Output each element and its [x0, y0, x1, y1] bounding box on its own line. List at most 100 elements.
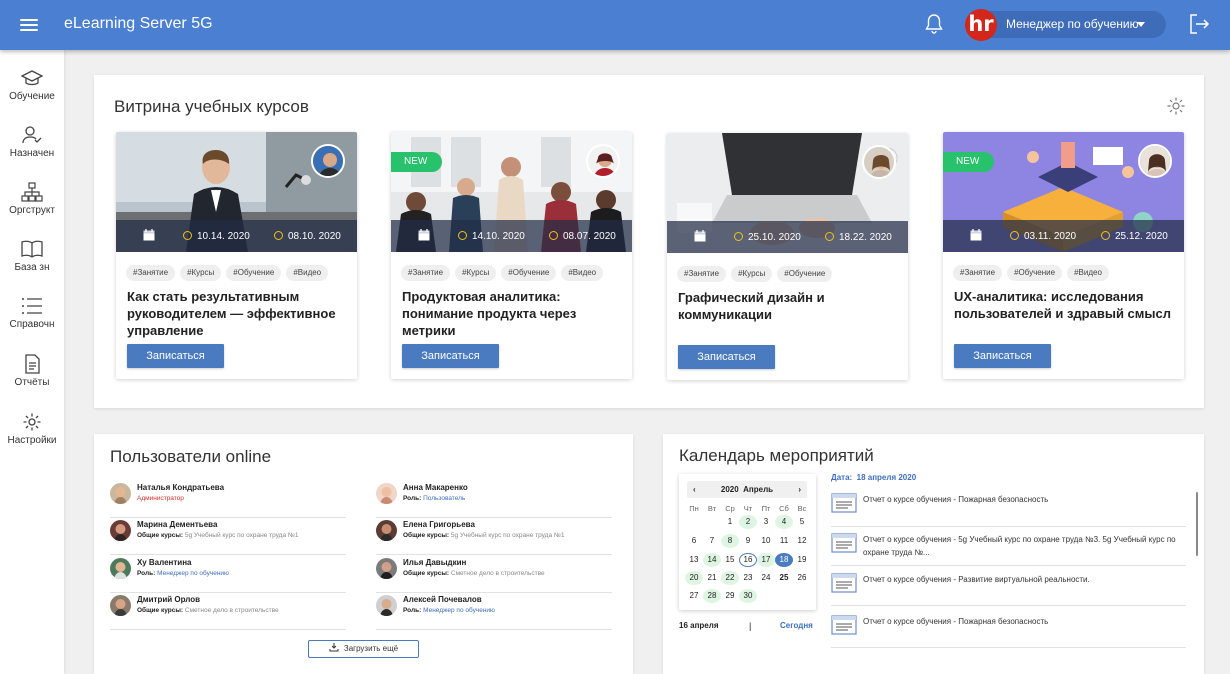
tag[interactable]: #Занятие [677, 266, 727, 282]
sidebar-item-label: Обучение [9, 91, 55, 102]
user-row[interactable]: Марина Дементьева Общие курсы: 5g Учебны… [110, 518, 346, 555]
tag[interactable]: #Занятие [953, 265, 1003, 281]
logout-icon[interactable] [1188, 13, 1210, 35]
course-card[interactable]: NEW 14.10. 2020 08.07. 2020 #Занятие #Кур… [391, 132, 632, 379]
enroll-button[interactable]: Записаться [402, 344, 499, 368]
sidebar-item-knowledge-base[interactable]: База зн [0, 239, 64, 289]
calendar-day[interactable]: 13 [685, 553, 703, 567]
enroll-button[interactable]: Записаться [678, 345, 775, 369]
user-name: Менеджер по обучению [1006, 17, 1139, 31]
clock-icon [458, 231, 467, 240]
calendar-day[interactable]: 21 [703, 571, 721, 585]
course-title[interactable]: Графический дизайн и коммуникации [678, 289, 903, 323]
calendar-day[interactable]: 4 [775, 515, 793, 529]
calendar-day[interactable]: 2 [739, 515, 757, 529]
enroll-button[interactable]: Записаться [127, 344, 224, 368]
sidebar-item-learning[interactable]: Обучение [0, 68, 64, 118]
tag[interactable]: #Обучение [777, 266, 833, 282]
bell-icon[interactable] [924, 13, 944, 35]
calendar-day[interactable]: 9 [739, 534, 757, 548]
course-title[interactable]: Продуктовая аналитика: понимание продукт… [402, 288, 627, 339]
user-row[interactable]: Дмитрий Орлов Общие курсы: Сметное дело … [110, 593, 346, 630]
report-icon [831, 533, 857, 553]
event-title: Отчет о курсе обучения - 5g Учебный курс… [863, 535, 1176, 557]
user-row[interactable]: Ху Валентина Роль: Менеджер по обучению [110, 556, 346, 593]
calendar-day-selected[interactable]: 18 [775, 553, 793, 567]
calendar-day[interactable]: 5 [793, 515, 811, 529]
course-card[interactable]: 10.14. 2020 08.10. 2020 #Занятие #Курсы #О… [116, 132, 357, 379]
calendar-day[interactable]: 15 [721, 553, 739, 567]
sidebar-item-settings[interactable]: Настройки [0, 412, 64, 462]
calendar-day[interactable]: 19 [793, 553, 811, 567]
start-date: 03.11. 2020 [1024, 231, 1077, 242]
event-item[interactable]: Отчет о курсе обучения - Пожарная безопа… [831, 615, 1186, 648]
tag[interactable]: #Видео [561, 265, 604, 281]
tag[interactable]: #Курсы [455, 265, 497, 281]
avatar [376, 483, 397, 504]
sidebar-item-reports[interactable]: Отчёты [0, 354, 64, 404]
user-meta: Общие курсы: Сметное дело в строительств… [403, 570, 545, 577]
calendar-day[interactable]: 3 [757, 515, 775, 529]
calendar-day[interactable]: 23 [739, 571, 757, 585]
tag[interactable]: #Видео [1067, 265, 1109, 281]
calendar-day[interactable]: 12 [793, 534, 811, 548]
calendar-day[interactable]: 28 [703, 589, 721, 603]
user-menu[interactable]: hr Менеджер по обучению [965, 9, 1166, 41]
tag[interactable]: #Занятие [401, 265, 451, 281]
calendar-day[interactable]: 11 [775, 534, 793, 548]
event-item[interactable]: Отчет о курсе обучения - 5g Учебный курс… [831, 533, 1186, 566]
calendar-day[interactable]: 17 [757, 553, 775, 567]
tag-list: #Занятие #Курсы #Обучение #Видео [401, 262, 608, 281]
calendar-day[interactable]: 7 [703, 534, 721, 548]
event-item[interactable]: Отчет о курсе обучения - Пожарная безопа… [831, 493, 1186, 527]
calendar-day[interactable]: 30 [739, 589, 757, 603]
tag[interactable]: #Обучение [1007, 265, 1063, 281]
tag[interactable]: #Курсы [731, 266, 773, 282]
calendar-day[interactable]: 8 [721, 534, 739, 548]
tag[interactable]: #Занятие [126, 265, 176, 281]
enroll-button[interactable]: Записаться [954, 344, 1051, 368]
tag[interactable]: #Видео [286, 265, 329, 281]
sidebar-item-reference[interactable]: Справочн [0, 296, 64, 346]
calendar-day[interactable]: 1 [721, 515, 739, 529]
calendar-day[interactable]: 10 [757, 534, 775, 548]
user-row[interactable]: Илья Давыдкин Общие курсы: Сметное дело … [376, 556, 612, 593]
calendar-day[interactable]: 29 [721, 589, 739, 603]
calendar-day[interactable]: 24 [757, 571, 775, 585]
user-row[interactable]: Анна Макаренко Роль: Пользователь [376, 481, 612, 518]
user-row[interactable]: Наталья Кондратьева Администратор [110, 481, 346, 518]
scrollbar[interactable] [1196, 492, 1198, 556]
weekday-label: Чт [743, 504, 753, 513]
user-meta: Администратор [137, 495, 184, 502]
user-row[interactable]: Елена Григорьева Общие курсы: 5g Учебный… [376, 518, 612, 555]
gear-icon[interactable] [1166, 96, 1186, 116]
course-card[interactable]: NEW 03.11. 2020 25.12. 2020 #Занятие #Обу… [943, 132, 1184, 379]
user-row[interactable]: Алексей Почевалов Роль: Менеджер по обуч… [376, 593, 612, 630]
load-more-button[interactable]: Загрузить ещё [308, 640, 419, 658]
event-item[interactable]: Отчет о курсе обучения - Развитие виртуа… [831, 573, 1186, 606]
calendar-day[interactable]: 14 [703, 553, 721, 567]
today-link[interactable]: Сегодня [780, 621, 813, 630]
tag[interactable]: #Обучение [226, 265, 282, 281]
calendar-day[interactable]: 25 [775, 571, 793, 585]
calendar-day[interactable]: 27 [685, 589, 703, 603]
tag[interactable]: #Обучение [501, 265, 557, 281]
course-card[interactable]: 25.10. 2020 18.22. 2020 #Занятие #Курсы #О… [667, 133, 908, 380]
user-name: Елена Григорьева [403, 520, 475, 529]
calendar-day-today[interactable]: 16 [739, 553, 757, 567]
sidebar-item-orgstructure[interactable]: Оргструкт [0, 182, 64, 232]
tag[interactable]: #Курсы [180, 265, 222, 281]
course-title[interactable]: UX-аналитика: исследования пользователей… [954, 288, 1179, 322]
calendar-day[interactable]: 20 [685, 571, 703, 585]
gear-icon [23, 413, 41, 431]
avatar [376, 595, 397, 616]
calendar-day[interactable]: 22 [721, 571, 739, 585]
avatar [376, 558, 397, 579]
calendar-day[interactable]: 6 [685, 534, 703, 548]
calendar-day[interactable]: 26 [793, 571, 811, 585]
course-title[interactable]: Как стать результативным руководителем —… [127, 288, 352, 339]
chevron-right-icon[interactable]: › [798, 481, 801, 498]
menu-icon[interactable] [20, 16, 38, 34]
sidebar-item-assigned[interactable]: Назначен [0, 125, 64, 175]
chevron-left-icon[interactable]: ‹ [693, 481, 696, 498]
